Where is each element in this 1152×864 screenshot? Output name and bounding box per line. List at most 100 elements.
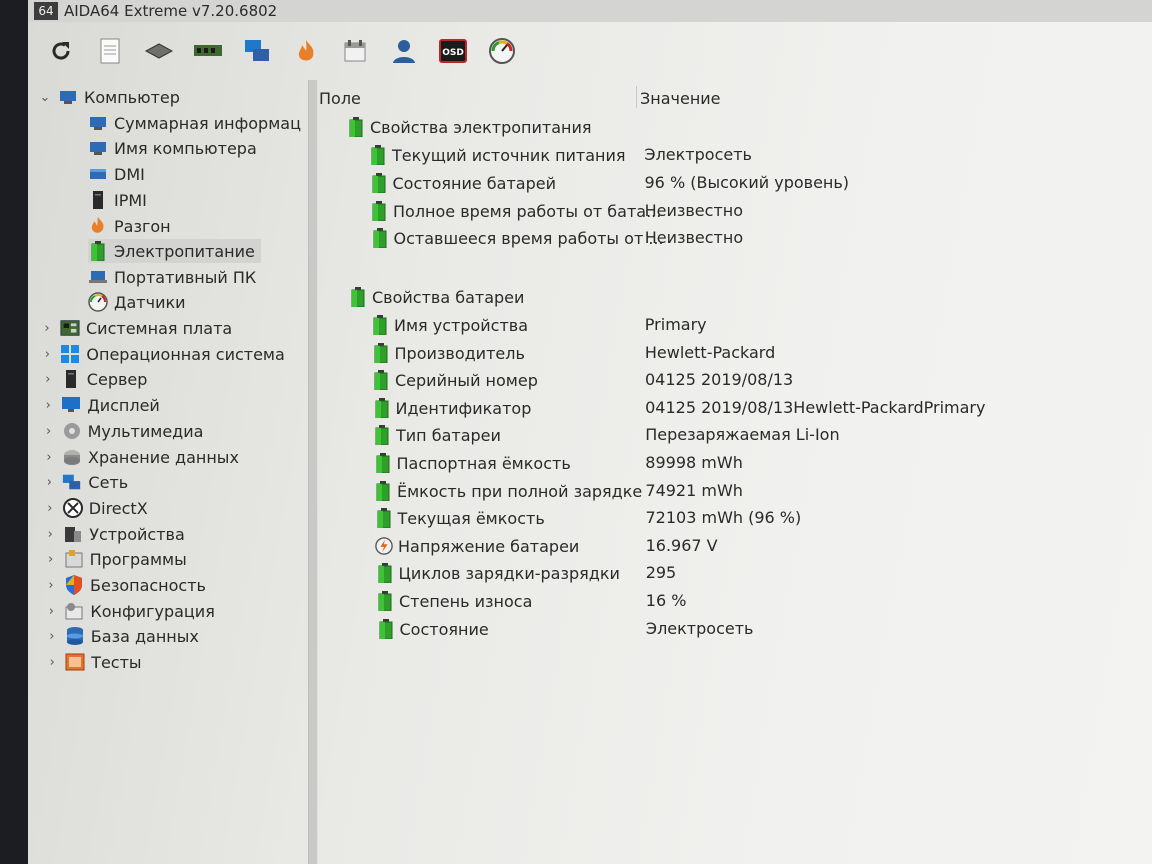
data-row[interactable]: Циклов зарядки-разрядки [376, 560, 620, 586]
data-row[interactable]: Ёмкость при полной зарядке [374, 478, 642, 504]
data-row[interactable]: Серийный номер [372, 367, 538, 393]
tree-item-multimedia[interactable]: › Мультимедиа [42, 419, 203, 443]
osd-icon[interactable]: OSD [438, 36, 468, 66]
section-power-properties[interactable]: Свойства электропитания [347, 114, 591, 140]
tree-item-label: Безопасность [90, 575, 206, 595]
data-row[interactable]: Производитель [372, 340, 525, 366]
tree-item-network[interactable]: › Сеть [42, 470, 128, 494]
field-value: Электросеть [645, 618, 754, 638]
calendar-icon[interactable] [340, 36, 370, 66]
tree-item-storage[interactable]: › Хранение данных [42, 445, 239, 469]
overclock-flame-icon[interactable] [291, 36, 321, 66]
tree-item-dmi[interactable]: DMI [88, 162, 145, 186]
chevron-right-icon[interactable]: › [45, 655, 59, 670]
tree-item-operating-system[interactable]: › Операционная система [40, 342, 285, 366]
field-label: Напряжение батареи [398, 536, 580, 556]
data-row[interactable]: Текущая ёмкость [375, 505, 545, 531]
column-header-value[interactable]: Значение [640, 86, 721, 110]
battery-icon [377, 619, 395, 639]
field-value: 16.967 V [645, 535, 718, 555]
field-label: Свойства электропитания [370, 117, 592, 137]
field-label: Текущая ёмкость [397, 508, 545, 528]
tree-item-label: Хранение данных [88, 447, 239, 467]
data-row[interactable]: Состояние [377, 616, 489, 642]
chevron-right-icon[interactable]: › [43, 527, 57, 542]
tree-item-label: Портативный ПК [114, 267, 257, 287]
section-battery-properties[interactable]: Свойства батареи [349, 284, 524, 310]
tree-item-programs[interactable]: › Программы [44, 547, 187, 571]
field-value: 16 % [645, 590, 687, 610]
tree-item-label: Разгон [114, 216, 171, 236]
battery-icon [375, 508, 393, 528]
tree-item-configuration[interactable]: › Конфигурация [44, 599, 215, 623]
chevron-right-icon[interactable]: › [42, 450, 56, 465]
chevron-right-icon[interactable]: › [44, 578, 58, 593]
refresh-icon[interactable] [46, 36, 76, 66]
pane-splitter[interactable] [308, 80, 318, 864]
tree-item-display[interactable]: › Дисплей [41, 393, 160, 417]
chevron-right-icon[interactable]: › [42, 475, 56, 490]
chevron-right-icon[interactable]: › [44, 552, 58, 567]
gauge-icon[interactable] [487, 36, 517, 66]
tree-item-sensors[interactable]: Датчики [88, 290, 186, 314]
server-icon [61, 369, 81, 389]
chevron-right-icon[interactable]: › [40, 321, 54, 336]
navigation-tree: ⌄ Компьютер Суммарная информац Имя компью… [28, 82, 308, 864]
tree-item-ipmi[interactable]: IPMI [88, 188, 147, 212]
tree-item-computer-name[interactable]: Имя компьютера [88, 136, 257, 160]
tree-item-motherboard[interactable]: › Системная плата [40, 316, 232, 340]
data-row[interactable]: Степень износа [376, 588, 532, 614]
field-value: 04125 2019/08/13 [645, 369, 794, 389]
tree-item-server[interactable]: › Сервер [41, 367, 147, 391]
column-divider[interactable] [636, 86, 637, 108]
detail-pane: Поле Значение Свойства электропитания Тек… [319, 80, 1152, 864]
tree-item-database[interactable]: › База данных [45, 624, 199, 648]
field-label: Текущий источник питания [392, 145, 626, 165]
tree-item-overclock[interactable]: Разгон [88, 214, 171, 238]
battery-icon [88, 241, 108, 261]
tree-item-label: IPMI [114, 190, 147, 210]
toolbar: OSD [28, 24, 1152, 78]
field-value: Перезаряжаемая Li-Ion [645, 424, 840, 444]
data-row[interactable]: Идентификатор [373, 395, 531, 421]
tree-item-power[interactable]: Электропитание [88, 239, 261, 263]
data-row[interactable]: Напряжение батареи [375, 533, 579, 559]
data-row[interactable]: Тип батареи [373, 422, 501, 448]
field-label: Паспортная ёмкость [396, 453, 571, 473]
motherboard-chip-icon[interactable] [144, 36, 174, 66]
laptop-icon [88, 267, 108, 287]
data-row[interactable]: Текущий источник питания [369, 142, 626, 168]
tree-item-security[interactable]: › Безопасность [44, 573, 206, 597]
monitor-icon [88, 113, 108, 133]
chevron-down-icon[interactable]: ⌄ [38, 90, 52, 105]
chevron-right-icon[interactable]: › [40, 347, 54, 362]
tree-item-summary[interactable]: Суммарная информац [88, 111, 301, 135]
tree-item-computer[interactable]: ⌄ Компьютер [38, 85, 180, 109]
memory-icon[interactable] [193, 36, 223, 66]
field-label: Состояние [399, 619, 489, 639]
report-icon[interactable] [95, 36, 125, 66]
chevron-right-icon[interactable]: › [43, 501, 57, 516]
chevron-right-icon[interactable]: › [41, 372, 55, 387]
data-row[interactable]: Оставшееся время работы от ... [371, 225, 664, 251]
database-icon [65, 626, 85, 646]
tree-item-devices[interactable]: › Устройства [43, 522, 185, 546]
data-row[interactable]: Имя устройства [371, 312, 528, 338]
tree-item-directx[interactable]: › DirectX [43, 496, 148, 520]
chevron-right-icon[interactable]: › [41, 398, 55, 413]
battery-icon [376, 563, 394, 583]
chevron-right-icon[interactable]: › [42, 424, 56, 439]
field-value: Электросеть [644, 144, 752, 164]
tree-item-label: Компьютер [84, 87, 180, 107]
field-label: Производитель [394, 343, 525, 363]
network-icon[interactable] [242, 36, 272, 66]
tree-item-portable-pc[interactable]: Портативный ПК [88, 265, 256, 289]
data-row[interactable]: Паспортная ёмкость [374, 450, 571, 476]
chevron-right-icon[interactable]: › [44, 604, 58, 619]
data-row[interactable]: Состояние батарей [370, 170, 556, 196]
chevron-right-icon[interactable]: › [45, 629, 59, 644]
user-icon[interactable] [389, 36, 419, 66]
data-row[interactable]: Полное время работы от бата... [370, 198, 661, 224]
tree-item-benchmarks[interactable]: › Тесты [45, 650, 142, 674]
column-header-field[interactable]: Поле [319, 86, 361, 110]
